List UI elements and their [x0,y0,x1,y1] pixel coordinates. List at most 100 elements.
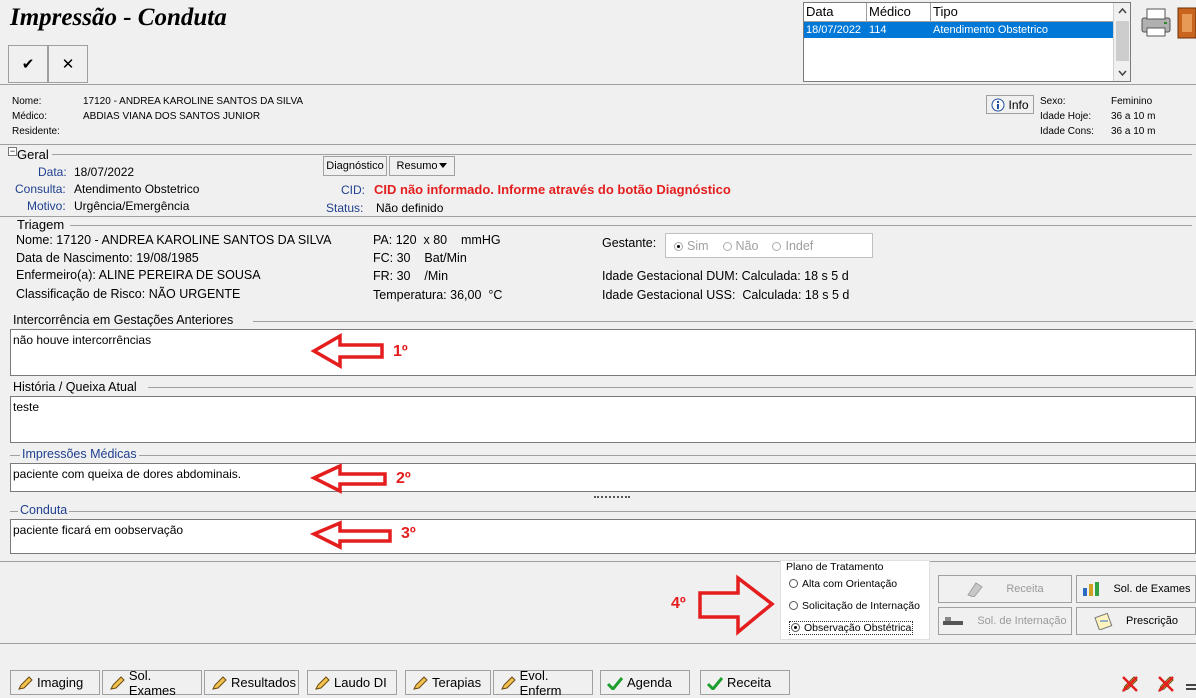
triagem-temperatura: Temperatura: 36,00 °C [373,288,503,302]
status-value: Não definido [376,201,444,215]
info-label: Info [1008,97,1029,112]
check-icon: ✔ [21,56,35,73]
annotation-4: 4º [671,595,686,612]
idade-cons-value: 36 a 10 m [1111,126,1156,137]
impressoes-legend: Impressões Médicas [20,447,139,461]
menu-icon[interactable] [1186,681,1196,691]
confirm-button[interactable]: ✔ [8,45,48,83]
export-icon[interactable] [1176,4,1196,40]
sol-exames-button[interactable]: Sol. de Exames [1076,575,1196,603]
gestante-nao[interactable]: Não [722,239,758,253]
triagem-nome: Nome: 17120 - ANDREA KAROLINE SANTOS DA … [16,233,332,247]
plano-internacao[interactable]: Solicitação de Internação [789,600,920,612]
tab-resultados[interactable]: Resultados [204,670,299,695]
receita-button[interactable]: Receita [938,575,1072,603]
resumo-label: Resumo [396,160,438,172]
col-tipo[interactable]: Tipo [931,3,1114,21]
tab-imaging[interactable]: Imaging [10,670,100,695]
col-medico[interactable]: Médico [867,3,931,21]
gestante-radio-group: Sim Não Indef [665,233,873,258]
collapse-icon[interactable]: − [8,147,17,156]
tab-sol-exames[interactable]: Sol. Exames [102,668,202,698]
doctor-name: ABDIAS VIANA DOS SANTOS JUNIOR [83,111,261,122]
triagem-risco: Classificação de Risco: NÃO URGENTE [16,287,241,301]
receita-icon [967,582,984,597]
window-title: Impressão - Conduta [10,4,227,31]
status-label: Status: [326,201,364,215]
idade-cons-label: Idade Cons: [1040,126,1094,137]
gestante-sim[interactable]: Sim [674,239,709,253]
historia-legend: História / Queixa Atual [13,380,137,394]
delete-pencil-icon[interactable] [1156,674,1176,694]
intercorrencia-field[interactable]: não houve intercorrências [10,329,1196,376]
pencil-icon [212,675,227,690]
ig-dum: Idade Gestacional DUM: Calculada: 18 s 5… [602,269,849,283]
triagem-legend: Triagem [17,217,65,232]
list-header: Data Médico Tipo [804,3,1130,22]
plano-observacao[interactable]: Observação Obstétrica [789,621,914,635]
motivo-value: Urgência/Emergência [74,199,190,213]
residente-label: Residente: [12,126,60,137]
splitter-handle[interactable] [594,496,630,499]
conduta-field[interactable]: paciente ficará em oobservação [10,519,1196,554]
cid-label: CID: [341,183,365,197]
impressoes-field[interactable]: paciente com queixa de dores abdominais. [10,463,1196,492]
gestante-label: Gestante: [602,236,657,250]
exames-icon [1083,582,1100,596]
geral-legend: Geral [17,147,49,162]
tab-receita[interactable]: Receita [700,670,790,695]
patient-name: 17120 - ANDREA KAROLINE SANTOS DA SILVA [83,96,304,107]
consulta-value: Atendimento Obstetrico [74,182,200,196]
cid-warning: CID não informado. Informe através do bo… [374,182,731,197]
resumo-button[interactable]: Resumo [389,156,455,176]
diagnostico-button[interactable]: Diagnóstico [323,156,387,176]
prescricao-button[interactable]: Prescrição [1076,607,1196,635]
sexo-label: Sexo: [1040,96,1066,107]
info-button[interactable]: Info [986,95,1034,114]
info-icon [991,98,1005,111]
delete-pencil-icon[interactable] [1120,674,1140,694]
tab-terapias[interactable]: Terapias [405,670,491,695]
data-label: Data: [38,165,67,179]
annotation-3: 3º [401,525,416,542]
medico-label: Médico: [12,111,48,122]
tab-agenda[interactable]: Agenda [600,670,690,695]
cell-tipo: Atendimento Obstetrico [933,24,1048,36]
cell-data: 18/07/2022 [806,24,862,36]
cancel-button[interactable]: ✕ [48,45,88,83]
close-icon: ✕ [61,56,75,73]
col-data[interactable]: Data [804,3,867,21]
list-scrollbar[interactable] [1113,3,1130,81]
pencil-icon [413,675,428,690]
check-icon [607,676,623,690]
printer-icon[interactable] [1138,4,1174,40]
plano-alta[interactable]: Alta com Orientação [789,578,897,590]
tab-evol-enferm[interactable]: Evol. Enferm [493,668,593,698]
pencil-icon [501,675,516,690]
diagnostico-label: Diagnóstico [326,160,384,172]
intercorrencia-legend: Intercorrência em Gestações Anteriores [13,313,234,327]
gestante-indef[interactable]: Indef [772,239,813,253]
triagem-fr: FR: 30 /Min [373,269,449,283]
cell-medico: 114 [869,24,887,36]
ig-uss: Idade Gestacional USS: Calculada: 18 s 5… [602,288,850,302]
appointment-list[interactable]: Data Médico Tipo 18/07/2022 114 Atendime… [803,2,1131,82]
conduta-legend: Conduta [18,503,70,517]
pencil-icon [18,675,33,690]
pencil-icon [110,675,125,690]
sol-internacao-button[interactable]: Sol. de Internação [938,607,1072,635]
sexo-value: Feminino [1111,96,1153,107]
data-value: 18/07/2022 [74,165,135,179]
plano-group: Plano de Tratamento Alta com Orientação … [780,560,930,640]
bed-icon [943,617,964,625]
annotation-2: 2º [396,470,411,487]
triagem-nascimento: Data de Nascimento: 19/08/1985 [16,251,199,265]
annotation-1: 1º [393,343,408,360]
triagem-enfermeiro: Enfermeiro(a): ALINE PEREIRA DE SOUSA [16,268,261,282]
triagem-pa: PA: 120 x 80 mmHG [373,233,501,247]
tab-laudo-di[interactable]: Laudo DI [307,670,397,695]
idade-hoje-label: Idade Hoje: [1040,111,1092,122]
prescricao-icon [1094,612,1113,630]
historia-field[interactable]: teste [10,396,1196,443]
list-row[interactable]: 18/07/2022 114 Atendimento Obstetrico [804,22,1114,38]
